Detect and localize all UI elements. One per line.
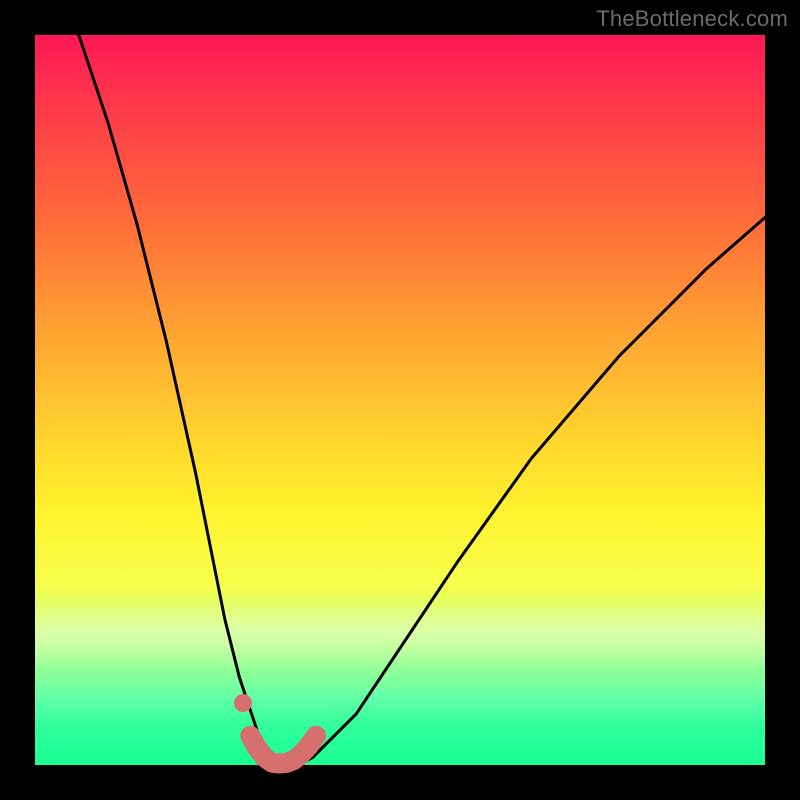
watermark-text: TheBottleneck.com — [596, 6, 788, 32]
bottleneck-curve — [79, 35, 765, 765]
plot-area — [35, 35, 765, 765]
curve-svg — [35, 35, 765, 765]
chart-frame: TheBottleneck.com — [0, 0, 800, 800]
highlighted-markers — [234, 694, 316, 764]
